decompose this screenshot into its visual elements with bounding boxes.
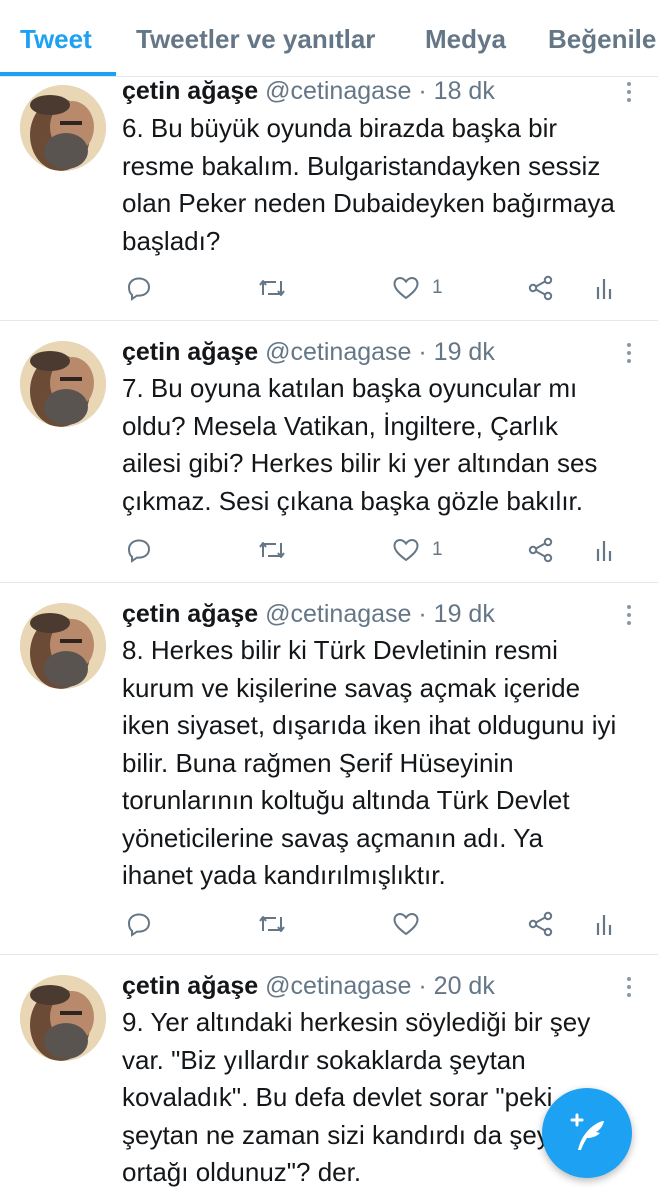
reply-icon [127,277,151,301]
share-icon [528,911,553,937]
handle[interactable]: @cetinagase [265,972,411,1000]
like-button[interactable]: 1 [392,273,443,303]
analytics-button[interactable] [594,909,614,939]
tweet-text: 7. Bu oyuna katılan başka oyuncular mı o… [122,373,598,516]
retweet-button[interactable] [257,909,287,939]
like-icon [393,276,419,300]
display-name[interactable]: çetin ağaşe [122,972,258,1000]
tab-tweets-and-replies[interactable]: Tweetler ve yanıtlar [136,24,375,55]
timestamp[interactable]: · 19 dk [418,338,494,366]
tab-tweets[interactable]: Tweet [20,24,92,55]
reply-icon [127,913,151,937]
retweet-icon [259,916,285,932]
like-icon [393,912,419,936]
avatar[interactable] [20,85,106,171]
tweet[interactable]: çetin ağaşe @cetinagase · 19 dk 8. Herke… [0,583,658,955]
share-button[interactable] [527,273,555,303]
more-icon[interactable] [626,605,632,629]
analytics-icon [596,541,612,561]
retweet-icon [259,542,285,558]
like-button[interactable]: 1 [392,535,443,565]
avatar[interactable] [20,603,106,689]
like-count: 1 [432,277,443,298]
display-name[interactable]: çetin ağaşe [122,338,258,366]
avatar[interactable] [20,975,106,1061]
tweet-header: çetin ağaşe @cetinagase · 19 dk [122,338,495,367]
handle[interactable]: @cetinagase [265,600,411,628]
analytics-icon [596,279,612,299]
reply-button[interactable] [126,273,152,303]
reply-icon [127,539,151,563]
share-icon [528,537,553,563]
tweet-header: çetin ağaşe @cetinagase · 19 dk [122,600,495,629]
handle[interactable]: @cetinagase [265,338,411,366]
timestamp[interactable]: · 20 dk [418,972,494,1000]
timestamp[interactable]: · 19 dk [418,600,494,628]
analytics-button[interactable] [594,535,614,565]
compose-tweet-icon [570,1113,604,1150]
tweet-text: 6. Bu büyük oyunda birazda başka bir res… [122,113,615,256]
compose-tweet-button[interactable] [542,1088,632,1178]
tweet-text: 8. Herkes bilir ki Türk Devletinin resmi… [122,635,617,890]
share-icon [528,275,553,301]
profile-tabs: Tweet Tweetler ve yanıtlar Medya Beğenil… [0,0,658,77]
handle[interactable]: @cetinagase [265,77,411,105]
more-icon[interactable] [626,82,632,106]
tweet[interactable]: çetin ağaşe @cetinagase · 19 dk 7. Bu oy… [0,321,658,583]
tweet-header: çetin ağaşe @cetinagase · 18 dk [122,77,495,106]
share-button[interactable] [527,909,555,939]
avatar[interactable] [20,341,106,427]
display-name[interactable]: çetin ağaşe [122,77,258,105]
analytics-icon [596,915,612,935]
more-icon[interactable] [626,343,632,367]
tweet-actions [0,909,658,939]
active-tab-indicator [0,72,116,76]
like-icon [393,538,419,562]
retweet-button[interactable] [257,535,287,565]
like-button[interactable] [392,909,432,939]
share-button[interactable] [527,535,555,565]
analytics-button[interactable] [594,273,614,303]
tweet-actions: 1 [0,273,658,303]
reply-button[interactable] [126,909,152,939]
display-name[interactable]: çetin ağaşe [122,600,258,628]
timestamp[interactable]: · 18 dk [418,77,494,105]
tweet-header: çetin ağaşe @cetinagase · 20 dk [122,972,495,1001]
like-count: 1 [432,539,443,560]
tweet-actions: 1 [0,535,658,565]
reply-button[interactable] [126,535,152,565]
tab-likes[interactable]: Beğenile [548,24,656,55]
retweet-icon [259,280,285,296]
more-icon[interactable] [626,977,632,1001]
tweet-text: 9. Yer altındaki herkesin söylediği bir … [122,1007,601,1187]
retweet-button[interactable] [257,273,287,303]
tab-media[interactable]: Medya [425,24,506,55]
tweet[interactable]: çetin ağaşe @cetinagase · 18 dk 6. Bu bü… [0,77,658,321]
